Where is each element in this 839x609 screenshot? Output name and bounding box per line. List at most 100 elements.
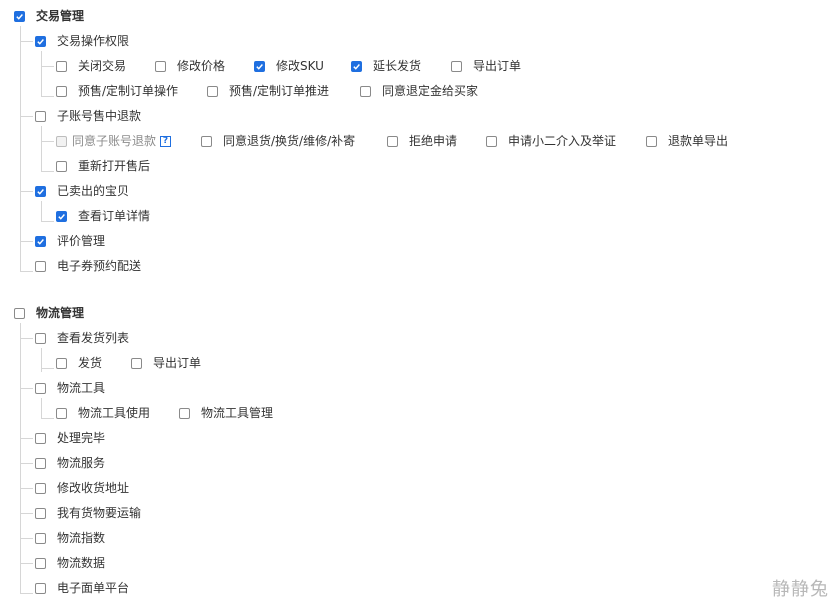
tree-line bbox=[20, 41, 33, 42]
apply-xiaoer-label: 申请小二介入及举证 bbox=[508, 134, 617, 148]
trade-ops-permission[interactable]: 交易操作权限 bbox=[35, 31, 129, 51]
export-orders-option[interactable]: 导出订单 bbox=[451, 56, 521, 76]
agree-sub-refund-option: 同意子账号退款 ? bbox=[56, 131, 172, 151]
goods-transport-checkbox[interactable] bbox=[35, 507, 46, 519]
tree-line bbox=[41, 368, 54, 369]
trade-management-label: 交易管理 bbox=[36, 9, 85, 23]
logistics-export-orders-checkbox[interactable] bbox=[131, 357, 142, 369]
tree-line bbox=[20, 513, 33, 514]
ship-option[interactable]: 发货 bbox=[56, 353, 102, 373]
modify-sku-option[interactable]: 修改SKU bbox=[254, 56, 324, 76]
logistics-tools[interactable]: 物流工具 bbox=[35, 378, 105, 398]
extend-delivery-checkbox[interactable] bbox=[351, 60, 362, 72]
modify-sku-checkbox[interactable] bbox=[254, 60, 265, 72]
logistics-data-checkbox[interactable] bbox=[35, 557, 46, 569]
apply-xiaoer-option[interactable]: 申请小二介入及举证 bbox=[486, 131, 616, 151]
tools-use-option[interactable]: 物流工具使用 bbox=[56, 403, 150, 423]
logistics-management-group[interactable]: 物流管理 bbox=[14, 303, 84, 323]
sub-account-refund-checkbox[interactable] bbox=[35, 110, 46, 122]
sold-items[interactable]: 已卖出的宝贝 bbox=[35, 181, 129, 201]
export-orders-checkbox[interactable] bbox=[451, 60, 462, 72]
logistics-tools-label: 物流工具 bbox=[57, 381, 106, 395]
ecoupon-delivery-checkbox[interactable] bbox=[35, 260, 46, 272]
modify-sku-label: 修改SKU bbox=[276, 59, 324, 73]
reject-application-label: 拒绝申请 bbox=[409, 134, 458, 148]
trade-management-checkbox[interactable] bbox=[14, 10, 25, 22]
waybill-platform[interactable]: 电子面单平台 bbox=[35, 578, 129, 598]
logistics-index-label: 物流指数 bbox=[57, 531, 106, 545]
logistics-export-orders-option[interactable]: 导出订单 bbox=[131, 353, 201, 373]
goods-transport[interactable]: 我有货物要运输 bbox=[35, 503, 141, 523]
presale-advance-checkbox[interactable] bbox=[207, 85, 218, 97]
waybill-platform-checkbox[interactable] bbox=[35, 582, 46, 594]
view-shipping-list[interactable]: 查看发货列表 bbox=[35, 328, 129, 348]
reject-application-option[interactable]: 拒绝申请 bbox=[387, 131, 457, 151]
processing-done[interactable]: 处理完毕 bbox=[35, 428, 105, 448]
tools-use-checkbox[interactable] bbox=[56, 407, 67, 419]
ecoupon-delivery[interactable]: 电子券预约配送 bbox=[35, 256, 141, 276]
presale-advance-option[interactable]: 预售/定制订单推进 bbox=[207, 81, 329, 101]
refund-deposit-checkbox[interactable] bbox=[360, 85, 371, 97]
trade-ops-label: 交易操作权限 bbox=[57, 34, 130, 48]
logistics-service[interactable]: 物流服务 bbox=[35, 453, 105, 473]
tools-manage-checkbox[interactable] bbox=[179, 407, 190, 419]
modify-price-label: 修改价格 bbox=[177, 59, 226, 73]
help-icon[interactable]: ? bbox=[160, 135, 172, 147]
apply-xiaoer-checkbox[interactable] bbox=[486, 135, 497, 147]
logistics-index[interactable]: 物流指数 bbox=[35, 528, 105, 548]
logistics-index-checkbox[interactable] bbox=[35, 532, 46, 544]
extend-delivery-option[interactable]: 延长发货 bbox=[351, 56, 421, 76]
tree-line bbox=[20, 388, 33, 389]
logistics-export-orders-label: 导出订单 bbox=[153, 356, 202, 370]
export-orders-label: 导出订单 bbox=[473, 59, 522, 73]
tree-line bbox=[20, 191, 33, 192]
tree-line bbox=[20, 116, 33, 117]
tree-line bbox=[20, 488, 33, 489]
modify-price-option[interactable]: 修改价格 bbox=[155, 56, 225, 76]
tree-line bbox=[41, 66, 54, 67]
ship-label: 发货 bbox=[78, 356, 103, 370]
logistics-data[interactable]: 物流数据 bbox=[35, 553, 105, 573]
sub-account-refund[interactable]: 子账号售中退款 bbox=[35, 106, 141, 126]
tree-line bbox=[41, 221, 54, 222]
close-trade-checkbox[interactable] bbox=[56, 60, 67, 72]
view-order-detail-checkbox[interactable] bbox=[56, 210, 67, 222]
modify-address-checkbox[interactable] bbox=[35, 482, 46, 494]
agree-return-checkbox[interactable] bbox=[201, 135, 212, 147]
reopen-aftersale-option[interactable]: 重新打开售后 bbox=[56, 156, 150, 176]
presale-advance-label: 预售/定制订单推进 bbox=[229, 84, 330, 98]
ship-checkbox[interactable] bbox=[56, 357, 67, 369]
tree-line bbox=[20, 338, 33, 339]
processing-done-checkbox[interactable] bbox=[35, 432, 46, 444]
export-refund-checkbox[interactable] bbox=[646, 135, 657, 147]
logistics-management-checkbox[interactable] bbox=[14, 307, 25, 319]
tree-line bbox=[20, 563, 33, 564]
modify-price-checkbox[interactable] bbox=[155, 60, 166, 72]
view-shipping-list-checkbox[interactable] bbox=[35, 332, 46, 344]
tools-manage-option[interactable]: 物流工具管理 bbox=[179, 403, 273, 423]
modify-address[interactable]: 修改收货地址 bbox=[35, 478, 129, 498]
view-order-detail-option[interactable]: 查看订单详情 bbox=[56, 206, 150, 226]
presale-operation-option[interactable]: 预售/定制订单操作 bbox=[56, 81, 178, 101]
reject-application-checkbox[interactable] bbox=[387, 135, 398, 147]
reopen-aftersale-checkbox[interactable] bbox=[56, 160, 67, 172]
tree-line bbox=[20, 271, 33, 272]
export-refund-option[interactable]: 退款单导出 bbox=[646, 131, 728, 151]
close-trade-option[interactable]: 关闭交易 bbox=[56, 56, 126, 76]
tree-line bbox=[20, 463, 33, 464]
refund-deposit-label: 同意退定金给买家 bbox=[382, 84, 479, 98]
processing-done-label: 处理完毕 bbox=[57, 431, 106, 445]
review-management-checkbox[interactable] bbox=[35, 235, 46, 247]
trade-ops-checkbox[interactable] bbox=[35, 35, 46, 47]
agree-return-option[interactable]: 同意退货/换货/维修/补寄 bbox=[201, 131, 355, 151]
presale-operation-checkbox[interactable] bbox=[56, 85, 67, 97]
sold-items-label: 已卖出的宝贝 bbox=[57, 184, 130, 198]
review-management[interactable]: 评价管理 bbox=[35, 231, 105, 251]
logistics-tools-checkbox[interactable] bbox=[35, 382, 46, 394]
tools-use-label: 物流工具使用 bbox=[78, 406, 151, 420]
sold-items-checkbox[interactable] bbox=[35, 185, 46, 197]
trade-management-group[interactable]: 交易管理 bbox=[14, 6, 84, 26]
refund-deposit-option[interactable]: 同意退定金给买家 bbox=[360, 81, 478, 101]
tree-line bbox=[41, 418, 54, 419]
logistics-service-checkbox[interactable] bbox=[35, 457, 46, 469]
